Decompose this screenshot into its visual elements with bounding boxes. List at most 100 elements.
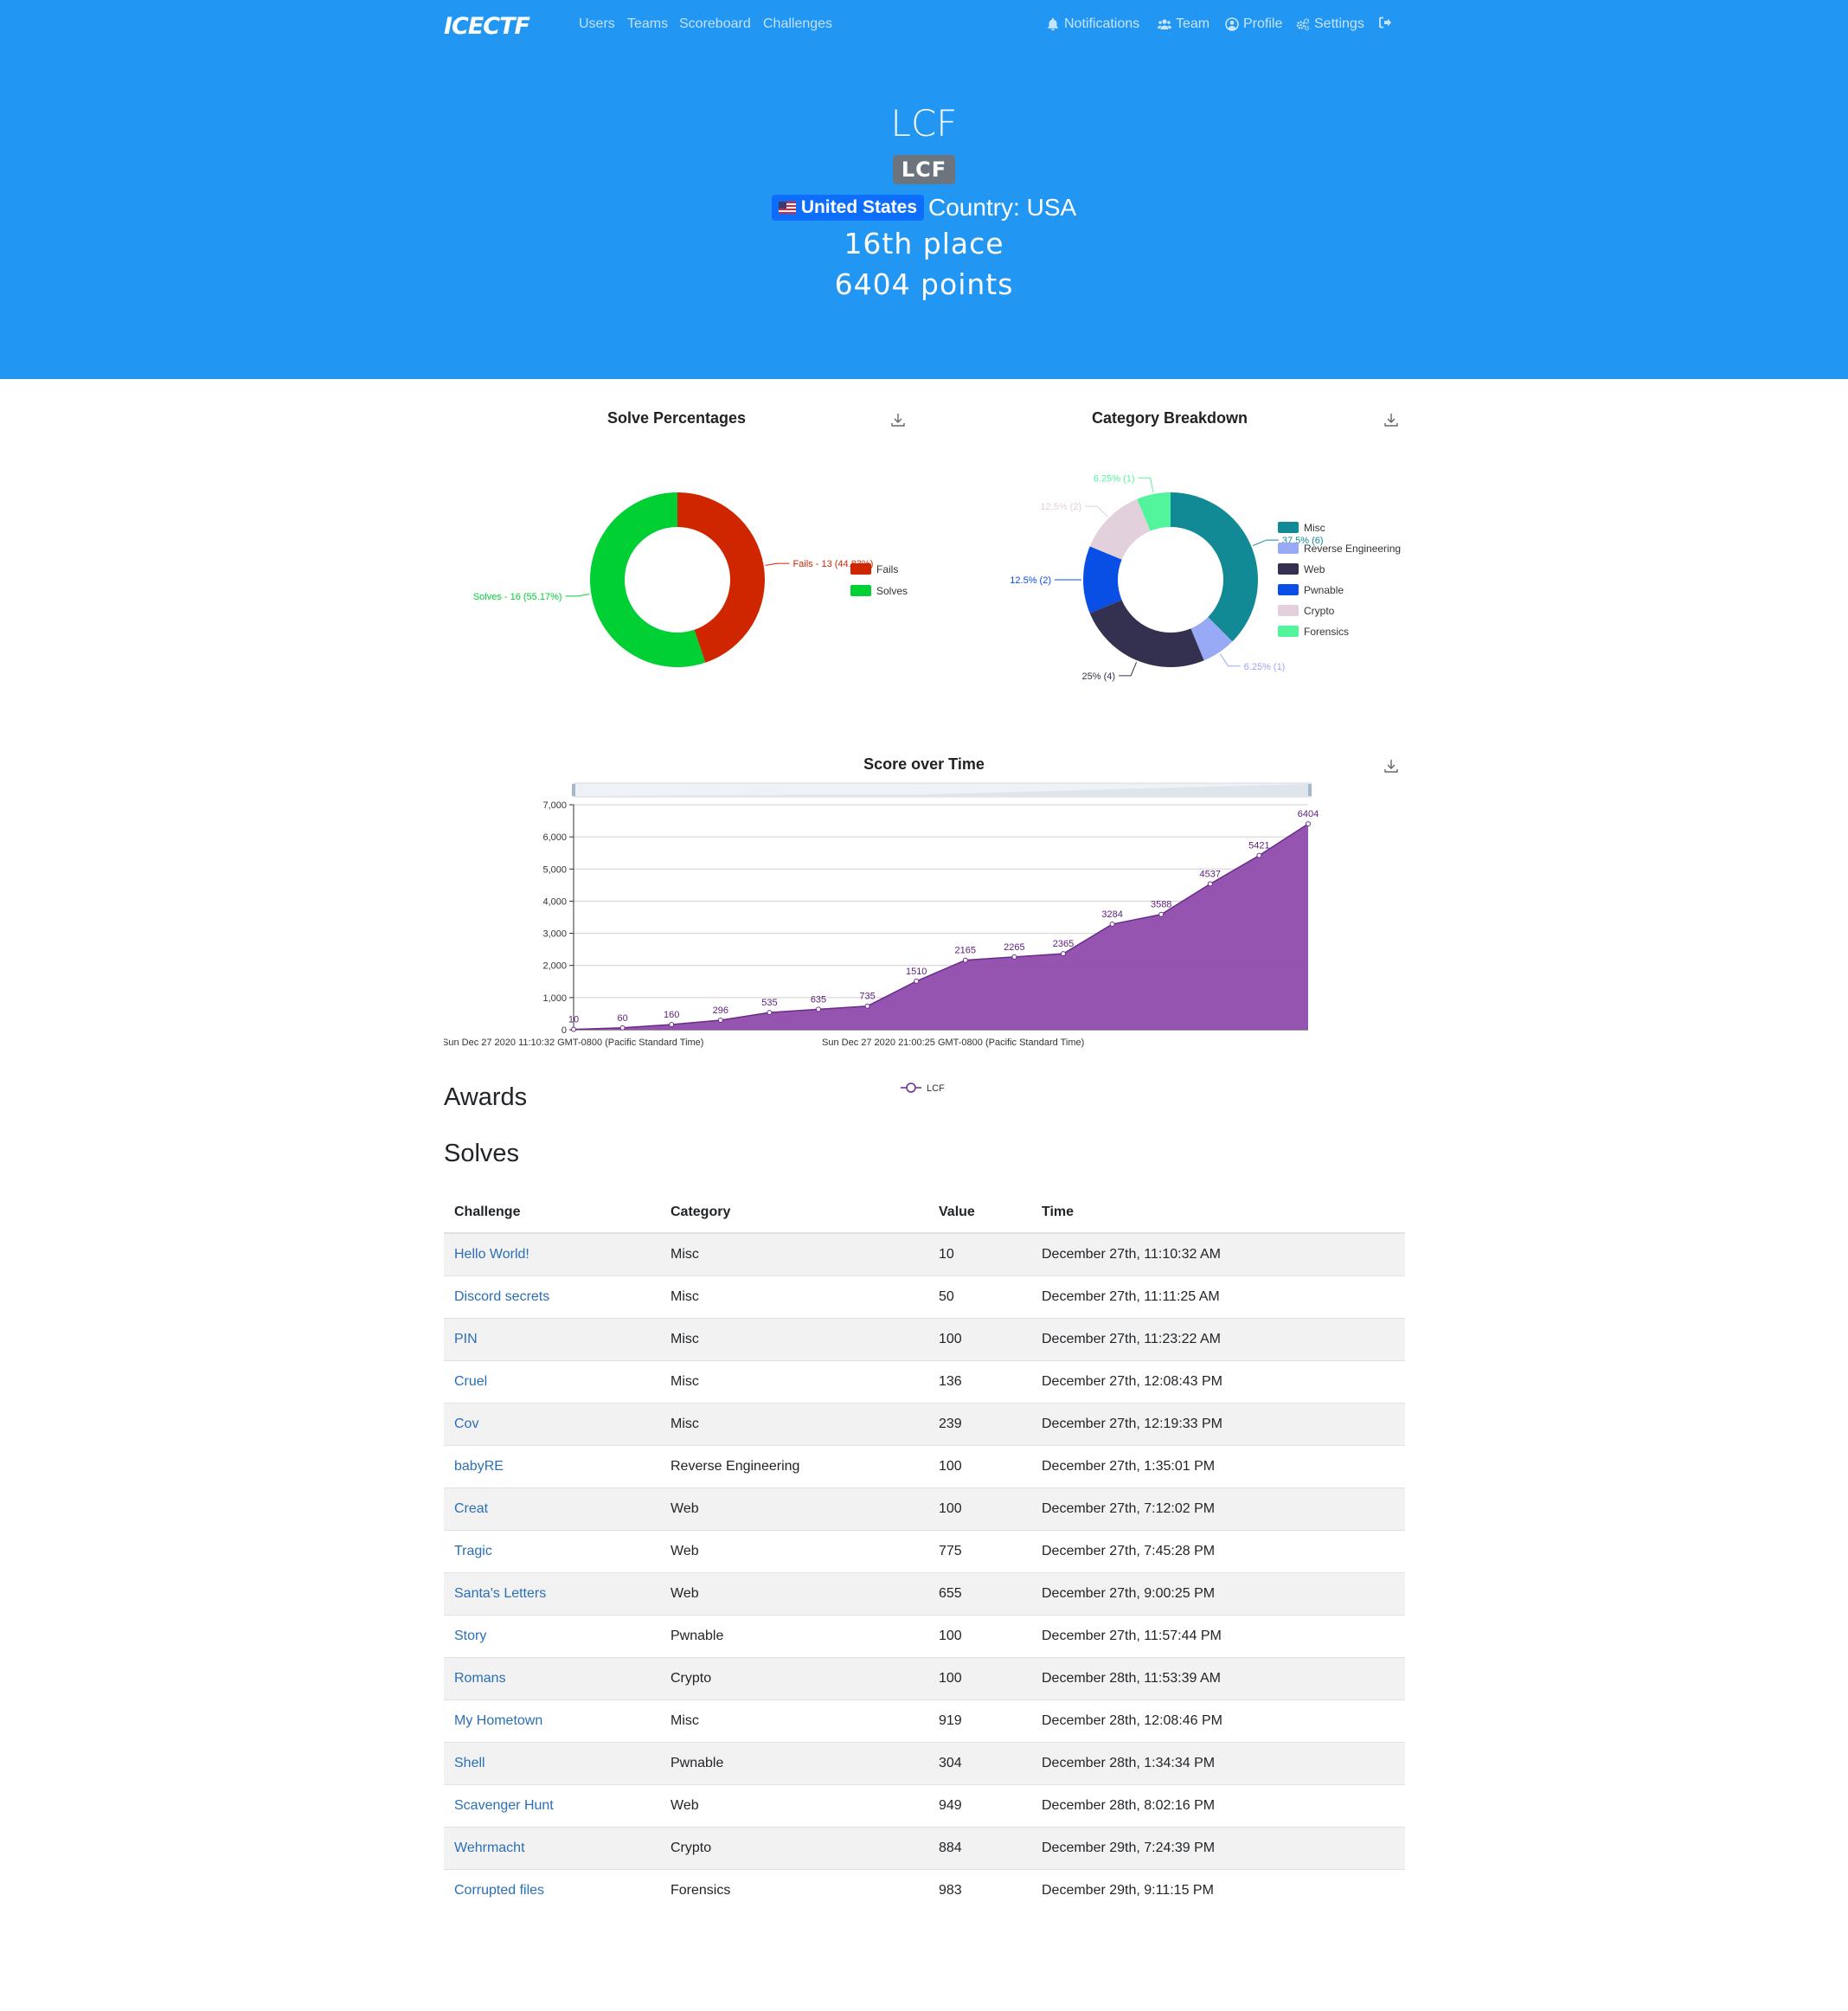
legend-label: Web — [1304, 563, 1325, 575]
site-logo[interactable]: ICECTF — [444, 12, 556, 36]
category-cell: Reverse Engineering — [660, 1445, 928, 1488]
value-cell: 655 — [928, 1572, 1031, 1616]
table-row: Creat Web 100 December 27th, 7:12:02 PM — [444, 1487, 1405, 1531]
nav-challenges[interactable]: Challenges — [763, 16, 832, 33]
legend-swatch — [850, 585, 871, 596]
value-cell: 10 — [928, 1232, 1031, 1276]
nav-profile[interactable]: Profile — [1225, 16, 1282, 33]
challenge-link[interactable]: Tragic — [454, 1544, 492, 1558]
category-cell: Pwnable — [660, 1742, 928, 1785]
legend-label: Fails — [876, 563, 898, 575]
country-badge-label: United States — [800, 197, 918, 217]
data-point — [1061, 951, 1066, 957]
table-row: Hello World! Misc 10 December 27th, 11:10:3… — [444, 1232, 1405, 1276]
y-tick-label: 6,000 — [542, 832, 567, 843]
time-cell: December 27th, 11:57:44 PM — [1031, 1615, 1405, 1658]
value-cell: 50 — [928, 1275, 1031, 1319]
data-point — [1256, 852, 1262, 858]
country-text: Country: USA — [928, 194, 1077, 221]
challenge-link[interactable]: Shell — [454, 1756, 485, 1770]
x-tick-label: Sun Dec 27 2020 21:00:25 GMT-0800 (Pacif… — [822, 1038, 1084, 1048]
pie-slice-misc — [1171, 492, 1258, 642]
challenge-link[interactable]: Hello World! — [454, 1247, 529, 1262]
slice-label-line — [1252, 539, 1279, 547]
time-cell: December 27th, 11:10:32 AM — [1031, 1232, 1405, 1276]
sign-out-icon — [1379, 16, 1391, 29]
category-cell: Web — [660, 1530, 928, 1573]
challenge-link[interactable]: Santa's Letters — [454, 1586, 546, 1601]
column-header-challenge[interactable]: Challenge — [444, 1192, 660, 1234]
challenge-link[interactable]: Cruel — [454, 1374, 487, 1389]
table-row: babyRE Reverse Engineering 100 December 27t… — [444, 1445, 1405, 1488]
slice-label-line — [565, 594, 590, 597]
value-cell: 100 — [928, 1487, 1031, 1531]
challenge-link[interactable]: Story — [454, 1629, 486, 1643]
challenge-link[interactable]: My Hometown — [454, 1713, 542, 1728]
slice-data-label: Solves - 16 (55.17%) — [473, 592, 562, 602]
challenge-cell: My Hometown — [444, 1699, 660, 1743]
challenge-link[interactable]: Scavenger Hunt — [454, 1798, 554, 1813]
download-icon[interactable] — [890, 412, 906, 427]
category-cell: Misc — [660, 1318, 928, 1361]
nav-profile-label: Profile — [1243, 16, 1283, 31]
slice-label-line — [765, 562, 790, 566]
category-cell: Misc — [660, 1360, 928, 1404]
data-label: 635 — [811, 994, 826, 1005]
legend-swatch — [1278, 605, 1299, 616]
slice-label-line — [1219, 653, 1241, 667]
data-point — [767, 1010, 773, 1016]
challenge-link[interactable]: Romans — [454, 1671, 506, 1686]
category-cell: Crypto — [660, 1657, 928, 1700]
nav-scoreboard[interactable]: Scoreboard — [679, 16, 751, 33]
challenge-link[interactable]: Wehrmacht — [454, 1841, 525, 1855]
challenge-link[interactable]: Discord secrets — [454, 1289, 549, 1304]
y-tick-label: 5,000 — [542, 864, 567, 875]
challenge-link[interactable]: Creat — [454, 1501, 488, 1516]
challenge-link[interactable]: Cov — [454, 1417, 478, 1431]
challenge-cell: PIN — [444, 1318, 660, 1361]
legend-label: Solves — [876, 585, 908, 597]
solve-percentages-chart: Fails - 13 (44.83%)Solves - 16 (55.17%)F… — [473, 492, 908, 667]
pie-slice-web — [1089, 600, 1204, 667]
data-label: 535 — [761, 998, 777, 1008]
table-row: Story Pwnable 100 December 27th, 11:57:44 P… — [444, 1615, 1405, 1658]
legend-swatch — [850, 563, 871, 575]
slice-data-label: 6.25% (1) — [1244, 662, 1286, 672]
nav-teams[interactable]: Teams — [627, 16, 668, 33]
solves-heading: Solves — [444, 1140, 520, 1167]
challenge-cell: Santa's Letters — [444, 1572, 660, 1616]
table-row: Santa's Letters Web 655 December 27th, 9:00… — [444, 1572, 1405, 1616]
column-header-time[interactable]: Time — [1031, 1192, 1405, 1234]
nav-notifications[interactable]: Notifications — [1046, 16, 1139, 33]
column-header-category[interactable]: Category — [660, 1192, 928, 1234]
download-icon[interactable] — [1383, 758, 1399, 774]
user-circle-icon — [1225, 17, 1239, 31]
nav-users[interactable]: Users — [579, 16, 615, 33]
table-row: Cov Misc 239 December 27th, 12:19:33 PM — [444, 1403, 1405, 1446]
challenge-cell: Creat — [444, 1487, 660, 1531]
column-header-value[interactable]: Value — [928, 1192, 1031, 1234]
legend-label: Reverse Engineering — [1304, 543, 1401, 555]
legend-swatch — [1278, 563, 1299, 575]
us-flag-icon — [778, 202, 796, 214]
legend-swatch — [1278, 543, 1299, 554]
challenge-link[interactable]: babyRE — [454, 1459, 504, 1474]
download-icon[interactable] — [1383, 412, 1399, 427]
slice-data-label: 12.5% (2) — [1010, 575, 1051, 586]
time-cell: December 27th, 11:11:25 AM — [1031, 1275, 1405, 1319]
nav-team[interactable]: Team — [1158, 16, 1210, 33]
challenge-cell: Romans — [444, 1657, 660, 1700]
slice-data-label: 25% (4) — [1082, 671, 1116, 682]
logout-button[interactable] — [1378, 16, 1392, 29]
challenge-link[interactable]: PIN — [454, 1332, 478, 1346]
nav-notifications-label: Notifications — [1064, 16, 1140, 31]
challenge-link[interactable]: Corrupted files — [454, 1883, 544, 1898]
data-label: 1510 — [906, 967, 927, 977]
data-point — [571, 1026, 576, 1032]
nav-settings[interactable]: Settings — [1296, 16, 1364, 33]
time-cell: December 27th, 1:35:01 PM — [1031, 1445, 1405, 1488]
y-tick-label: 1,000 — [542, 993, 567, 1004]
category-cell: Misc — [660, 1699, 928, 1743]
x-tick-label: Sun Dec 27 2020 11:10:32 GMT-0800 (Pacif… — [444, 1038, 703, 1048]
data-label: 3284 — [1101, 909, 1122, 920]
